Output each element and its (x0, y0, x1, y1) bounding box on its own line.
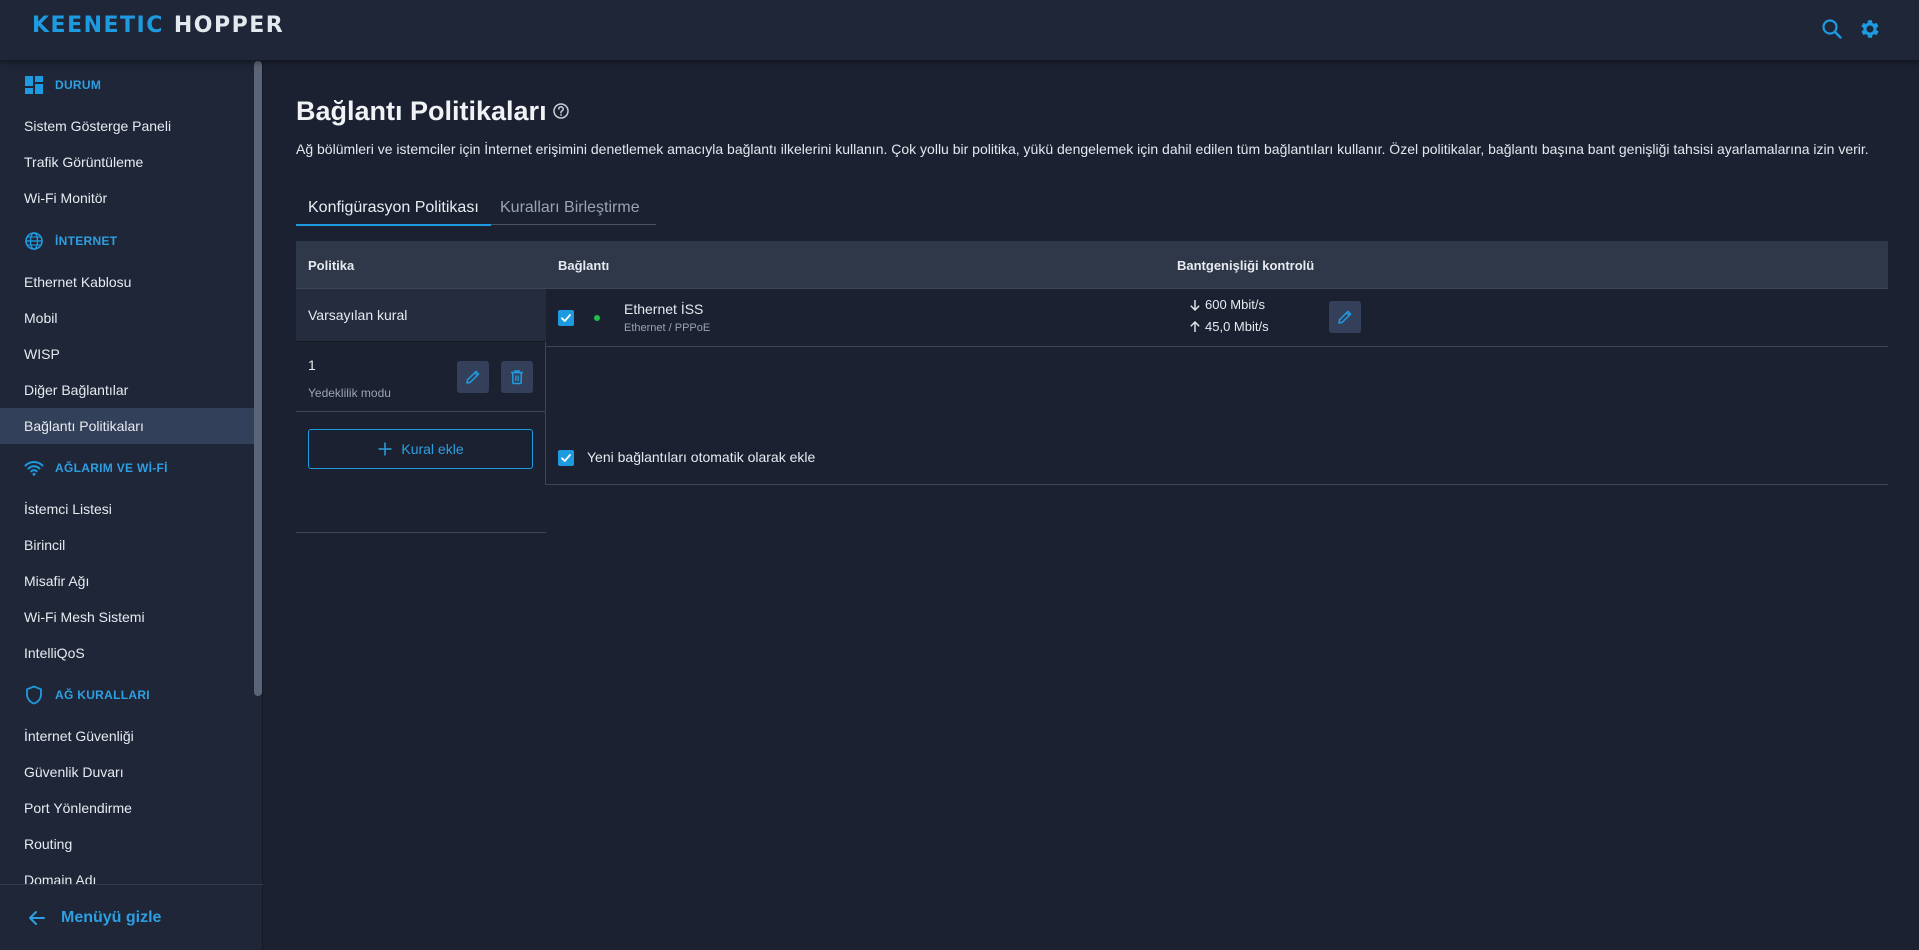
policy-name: 1 (308, 357, 316, 373)
sidebar-item-wisp[interactable]: WISP (0, 336, 254, 372)
sidebar-item-guvenlik-duvari[interactable]: Güvenlik Duvarı (0, 754, 254, 790)
edit-policy-button[interactable] (457, 361, 489, 393)
upload-speed: 45,0 Mbit/s (1189, 319, 1269, 334)
delete-policy-button[interactable] (501, 361, 533, 393)
shield-icon (24, 685, 44, 705)
arrow-up-icon (1189, 320, 1205, 333)
download-value: 600 Mbit/s (1205, 297, 1265, 312)
section-internet: İNTERNET (24, 228, 117, 254)
dashboard-icon (24, 75, 44, 95)
tab-kurallari-birlestirme[interactable]: Kuralları Birleştirme (488, 191, 652, 225)
sidebar-item-birincil[interactable]: Birincil (0, 527, 254, 563)
divider (296, 532, 546, 533)
policy-mode: Yedeklilik modu (308, 386, 391, 400)
auto-add-row: Yeni bağlantıları otomatik olarak ekle (546, 347, 1888, 485)
pencil-icon (464, 368, 482, 386)
sidebar-item-ethernet-kablosu[interactable]: Ethernet Kablosu (0, 264, 254, 300)
upload-value: 45,0 Mbit/s (1205, 319, 1269, 334)
sidebar-item-mobil[interactable]: Mobil (0, 300, 254, 336)
section-durum: DURUM (24, 72, 101, 98)
add-rule-button[interactable]: Kural ekle (308, 429, 533, 469)
section-label: DURUM (55, 78, 102, 92)
connection-row: Ethernet İSS Ethernet / PPPoE 600 Mbit/s… (546, 289, 1888, 347)
policy-item-default[interactable]: Varsayılan kural (296, 289, 546, 342)
help-icon[interactable] (552, 102, 570, 120)
edit-bandwidth-button[interactable] (1329, 301, 1361, 333)
auto-add-label: Yeni bağlantıları otomatik olarak ekle (587, 449, 816, 465)
brand-name-hopper: HOPPER (173, 13, 285, 38)
column-header-policy: Politika (308, 257, 355, 273)
policy-item-1[interactable]: 1 Yedeklilik modu (296, 342, 546, 412)
connection-type: Ethernet / PPPoE (624, 322, 711, 334)
section-ag-kurallari: AĞ KURALLARI (24, 682, 150, 708)
sidebar-item-sistem-gosterge-paneli[interactable]: Sistem Gösterge Paneli (0, 108, 254, 144)
hide-menu-button[interactable]: Menüyü gizle (0, 884, 263, 950)
wifi-icon (24, 458, 44, 478)
main-content: Bağlantı Politikaları Ağ bölümleri ve is… (264, 61, 1919, 950)
globe-icon (24, 231, 44, 251)
column-header-connection: Bağlantı (558, 257, 610, 273)
top-bar: KEENETIC HOPPER (0, 0, 1919, 61)
plus-icon (377, 441, 401, 457)
arrow-down-icon (1189, 299, 1205, 311)
section-label: AĞ KURALLARI (55, 688, 150, 702)
brand-logo[interactable]: KEENETIC HOPPER (32, 14, 284, 38)
policy-table: Politika Bağlantı Bantgenişliği kontrolü… (296, 241, 1888, 533)
trash-icon (508, 368, 526, 386)
section-label: İNTERNET (55, 234, 118, 248)
column-header-bandwidth: Bantgenişliği kontrolü (1177, 257, 1315, 273)
page-title: Bağlantı Politikaları (296, 96, 547, 126)
brand-name-keenetic: KEENETIC (32, 13, 164, 38)
pencil-icon (1336, 308, 1354, 326)
sidebar-item-wifi-mesh-sistemi[interactable]: Wi-Fi Mesh Sistemi (0, 599, 254, 635)
sidebar-item-domain-adi[interactable]: Domain Adı (0, 862, 254, 884)
sidebar-item-baglanti-politikalari[interactable]: Bağlantı Politikaları (0, 408, 254, 444)
sidebar-item-port-yonlendirme[interactable]: Port Yönlendirme (0, 790, 254, 826)
gear-icon[interactable] (1857, 17, 1881, 41)
add-rule-label: Kural ekle (401, 441, 464, 457)
sidebar-item-misafir-agi[interactable]: Misafir Ağı (0, 563, 254, 599)
tab-konfigurasyon-politikasi[interactable]: Konfigürasyon Politikası (296, 191, 491, 226)
search-icon[interactable] (1820, 17, 1844, 41)
section-label: AĞLARIM VE Wİ-Fİ (55, 461, 168, 475)
connection-checkbox[interactable] (558, 310, 574, 326)
policy-list: Varsayılan kural 1 Yedeklilik modu Kural… (296, 289, 546, 533)
sidebar-item-trafik-goruntuleme[interactable]: Trafik Görüntüleme (0, 144, 254, 180)
page-description: Ağ bölümleri ve istemciler için İnternet… (296, 141, 1869, 157)
status-dot (594, 315, 600, 321)
hide-menu-label: Menüyü gizle (61, 908, 162, 926)
sidebar: DURUM Sistem Gösterge Paneli Trafik Görü… (0, 61, 263, 950)
sidebar-item-internet-guvenligi[interactable]: İnternet Güvenliği (0, 718, 254, 754)
download-speed: 600 Mbit/s (1189, 297, 1265, 312)
table-header: Politika Bağlantı Bantgenişliği kontrolü (296, 241, 1888, 289)
arrow-left-icon (27, 908, 61, 928)
sidebar-item-routing[interactable]: Routing (0, 826, 254, 862)
connection-name: Ethernet İSS (624, 301, 704, 317)
sidebar-item-istemci-listesi[interactable]: İstemci Listesi (0, 491, 254, 527)
sidebar-item-diger-baglantilar[interactable]: Diğer Bağlantılar (0, 372, 254, 408)
tab-bar: Konfigürasyon Politikası Kuralları Birle… (296, 191, 656, 226)
section-aglarim-ve-wifi: AĞLARIM VE Wİ-Fİ (24, 455, 168, 481)
sidebar-menu: DURUM Sistem Gösterge Paneli Trafik Görü… (0, 61, 263, 884)
sidebar-scrollbar[interactable] (254, 61, 262, 696)
sidebar-item-intelliqos[interactable]: IntelliQoS (0, 635, 254, 671)
auto-add-checkbox[interactable] (558, 450, 574, 466)
sidebar-item-wifi-monitor[interactable]: Wi-Fi Monitör (0, 180, 254, 216)
